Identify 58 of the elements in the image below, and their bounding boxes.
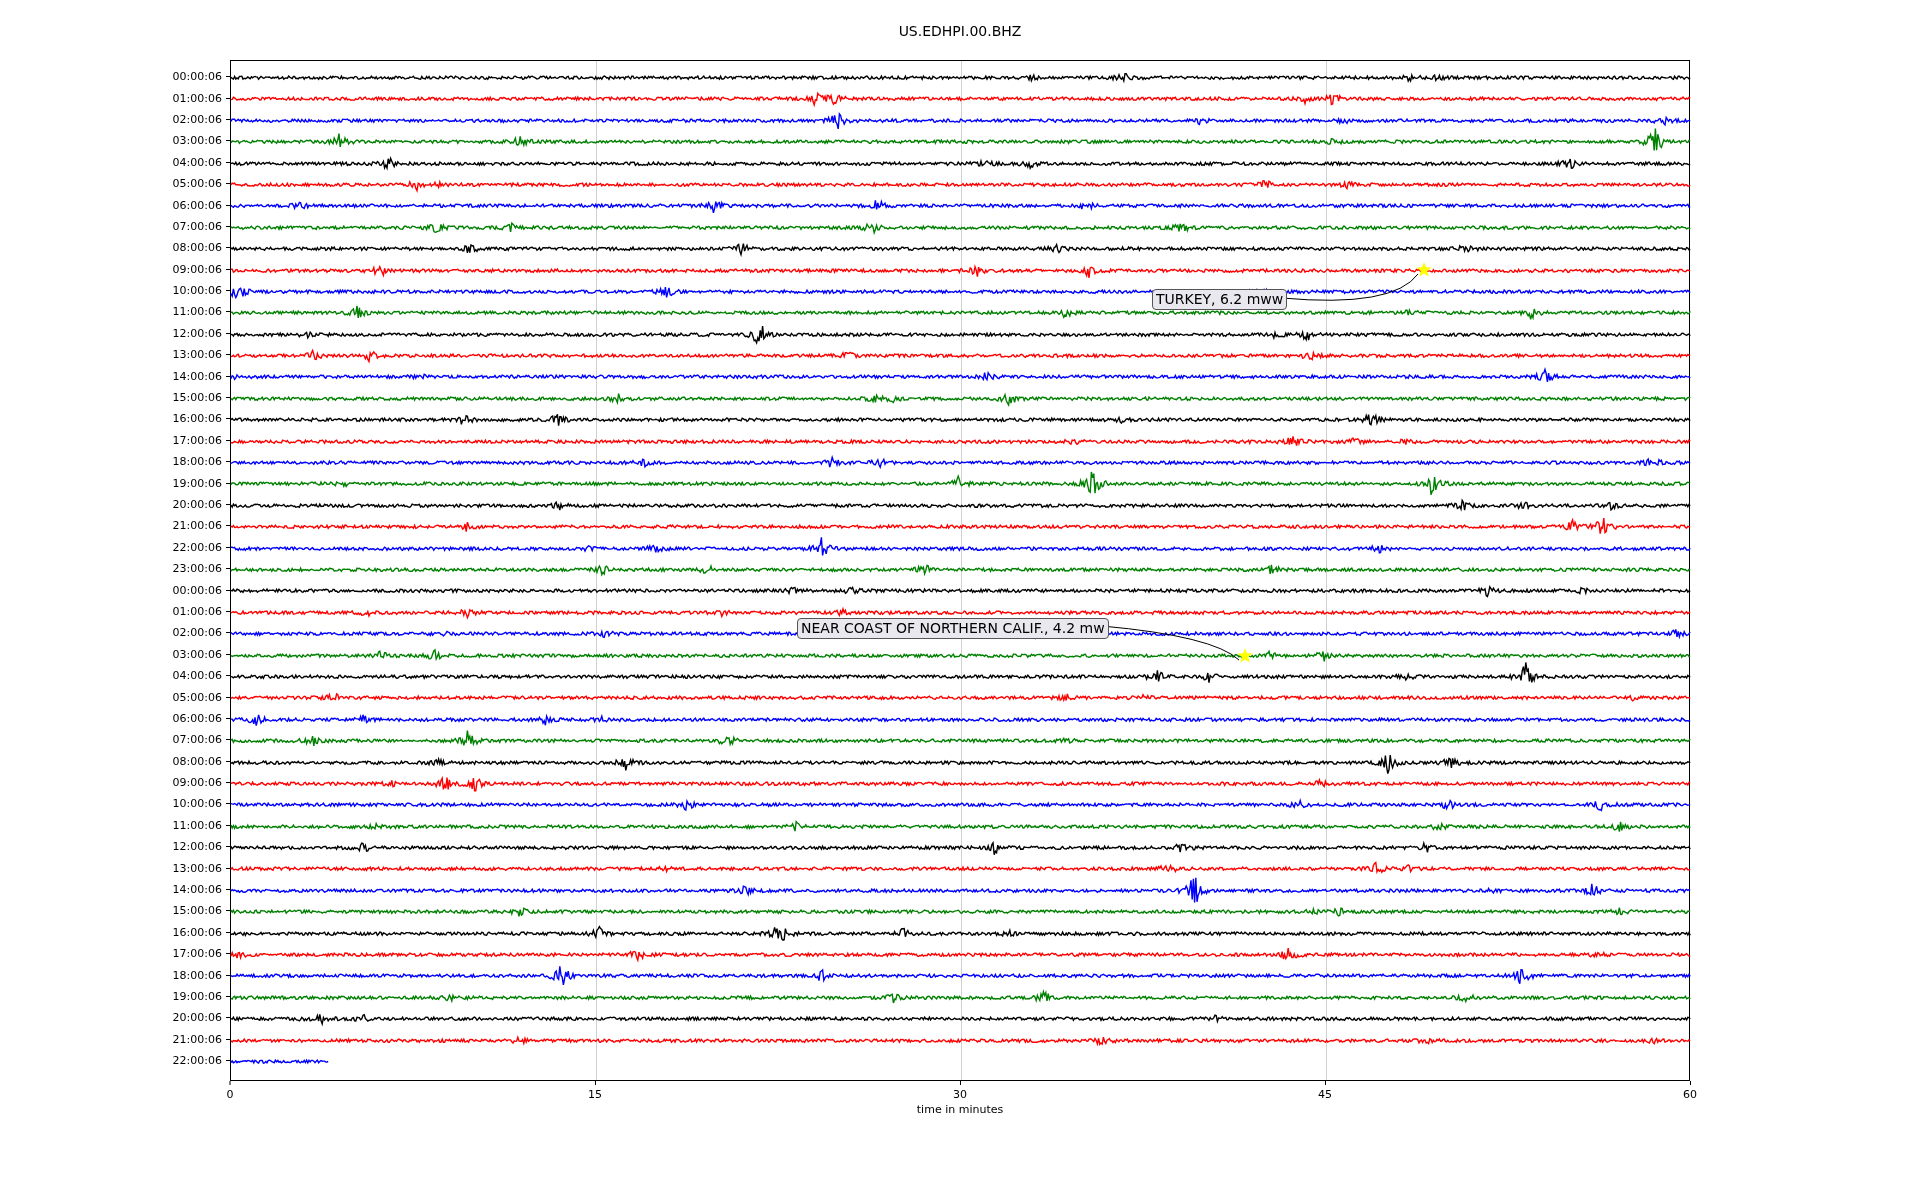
plot-title: US.EDHPI.00.BHZ [898, 22, 1022, 40]
y-tick-label: 09:00:06 [172, 776, 222, 790]
y-tick-label: 19:00:06 [172, 990, 222, 1003]
y-tick-label: 20:00:06 [172, 1011, 222, 1025]
y-tick-label: 01:00:06 [172, 91, 222, 105]
y-tick-label: 06:00:06 [172, 711, 222, 725]
y-tick-label: 05:00:06 [172, 177, 222, 191]
x-tick-label: 0 [226, 1088, 234, 1102]
y-tick-label: 18:00:06 [172, 455, 222, 469]
star-icon [1237, 648, 1253, 663]
y-tick-label: 02:00:06 [172, 626, 222, 640]
y-tick-label: 08:00:06 [172, 241, 222, 255]
y-tick-label: 17:00:06 [172, 433, 222, 447]
y-tick-label: 10:00:06 [172, 284, 222, 298]
y-tick-label: 07:00:06 [172, 219, 222, 233]
y-tick-label: 00:00:06 [172, 583, 222, 597]
y-tick-label: 03:00:06 [172, 134, 222, 148]
x-tick-label: 15 [588, 1088, 602, 1102]
y-tick-label: 21:00:06 [172, 1032, 222, 1046]
y-tick-label: 13:00:06 [172, 348, 222, 362]
y-tick-label: 16:00:06 [172, 925, 222, 939]
event-annotation: NEAR COAST OF NORTHERN CALIF., 4.2 mw [797, 618, 1109, 639]
y-tick-label: 08:00:06 [172, 754, 222, 768]
y-tick-label: 03:00:06 [172, 647, 222, 661]
x-tick-label: 30 [953, 1088, 967, 1102]
y-tick-label: 04:00:06 [172, 669, 222, 683]
y-tick-label: 18:00:06 [172, 968, 222, 982]
y-tick-label: 11:00:06 [172, 818, 222, 832]
x-tick-label: 45 [1318, 1088, 1332, 1102]
y-tick-label: 22:00:06 [172, 1054, 222, 1068]
y-tick-label: 12:00:06 [172, 840, 222, 854]
y-tick-label: 13:00:06 [172, 861, 222, 875]
y-tick-label: 07:00:06 [172, 733, 222, 747]
x-axis-label: time in minutes [916, 1103, 1004, 1117]
y-tick-label: 16:00:06 [172, 412, 222, 426]
y-tick-label: 05:00:06 [172, 690, 222, 704]
y-tick-label: 15:00:06 [172, 391, 222, 405]
y-tick-label: 22:00:06 [172, 540, 222, 554]
star-icon [1416, 262, 1432, 277]
y-tick-label: 23:00:06 [172, 562, 222, 576]
y-tick-label: 01:00:06 [172, 604, 222, 618]
y-tick-label: 04:00:06 [172, 155, 222, 169]
y-tick-label: 09:00:06 [172, 262, 222, 276]
y-tick-label: 12:00:06 [172, 326, 222, 340]
y-tick-label: 02:00:06 [172, 112, 222, 126]
event-annotation: TURKEY, 6.2 mww [1152, 289, 1288, 310]
x-tick-label: 60 [1683, 1088, 1697, 1102]
y-tick-label: 10:00:06 [172, 797, 222, 811]
y-tick-label: 11:00:06 [172, 305, 222, 319]
y-tick-label: 20:00:06 [172, 498, 222, 511]
y-tick-label: 17:00:06 [172, 947, 222, 961]
y-tick-label: 14:00:06 [172, 883, 222, 897]
y-tick-label: 19:00:06 [172, 476, 222, 490]
y-tick-label: 15:00:06 [172, 904, 222, 918]
y-tick-label: 06:00:06 [172, 198, 222, 212]
y-tick-label: 00:00:06 [172, 70, 222, 84]
y-tick-label: 21:00:06 [172, 519, 222, 533]
y-tick-label: 14:00:06 [172, 369, 222, 383]
